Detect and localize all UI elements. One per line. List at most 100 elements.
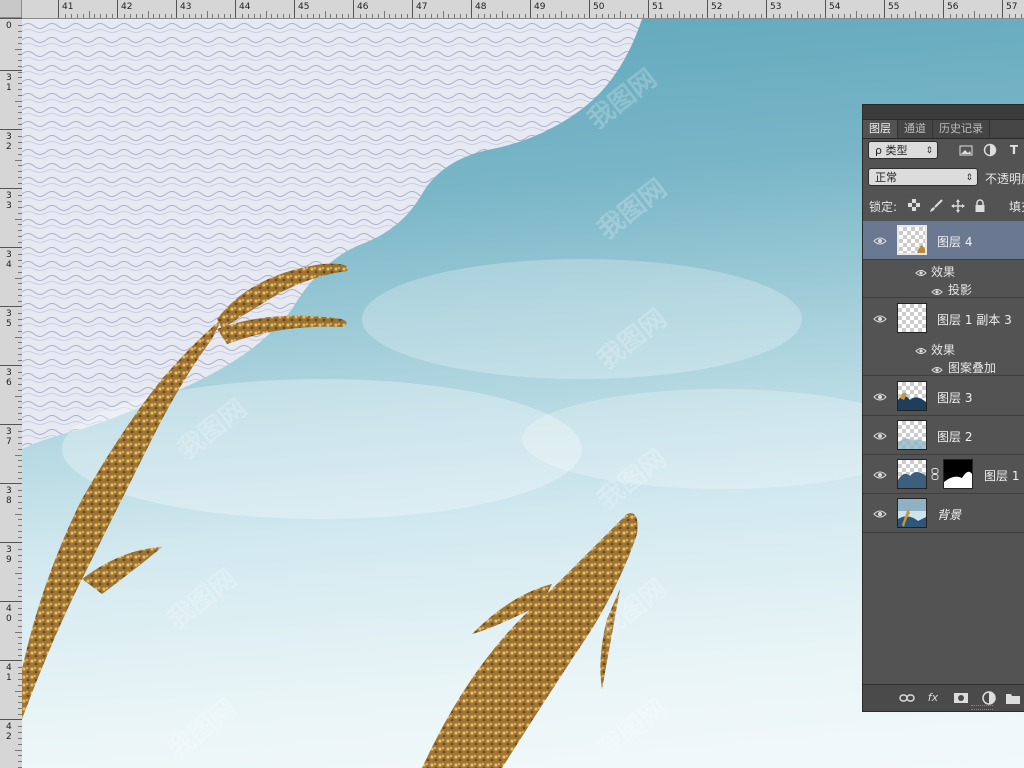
ruler-minor-tick <box>324 11 326 18</box>
tab-channels[interactable]: 通道 <box>898 120 933 138</box>
ruler-label: 51 <box>652 2 664 12</box>
layer-row-layer-3[interactable]: 图层 3 <box>863 377 1024 416</box>
layer-thumbnail[interactable] <box>897 225 927 255</box>
ruler-minor-tick <box>772 14 774 18</box>
ruler-tick: 56 <box>943 0 1002 18</box>
ruler-label: 49 <box>534 2 546 12</box>
ruler-minor-tick <box>477 14 479 18</box>
layer-mask-thumbnail[interactable] <box>943 459 973 489</box>
ruler-minor-tick <box>230 14 232 18</box>
eye-icon[interactable] <box>873 235 887 245</box>
ruler-minor-tick <box>15 690 22 692</box>
ruler-tick: 3 2 <box>0 129 22 188</box>
ruler-minor-tick <box>165 14 167 18</box>
ruler-minor-tick <box>407 14 409 18</box>
eye-icon[interactable] <box>915 266 927 276</box>
chain-link-icon[interactable] <box>931 468 939 480</box>
fx-icon[interactable]: fx <box>925 690 941 706</box>
layer-thumbnail[interactable] <box>897 381 927 411</box>
vertical-ruler[interactable]: 0 3 1 3 2 3 3 3 4 3 5 3 6 3 7 3 8 3 9 4 0 4 1 4 2 <box>0 18 23 768</box>
ruler-tick: 4 2 <box>0 719 22 768</box>
eye-icon[interactable] <box>873 508 887 518</box>
ruler-minor-tick <box>312 14 314 18</box>
chevron-updown-icon: ⇕ <box>965 173 973 183</box>
effect-pattern-overlay[interactable]: 图案叠加 <box>948 359 996 376</box>
eye-icon[interactable] <box>873 469 887 479</box>
ruler-minor-tick <box>761 14 763 18</box>
ruler-minor-tick <box>955 14 957 18</box>
ruler-label: 0 <box>6 21 12 31</box>
tab-history[interactable]: 历史记录 <box>933 120 990 138</box>
text-filter-icon[interactable]: T <box>1007 143 1021 157</box>
layer-row-layer-1[interactable]: 图层 1 <box>863 455 1024 494</box>
move-icon[interactable] <box>951 199 965 213</box>
layer-name[interactable]: 图层 4 <box>937 233 972 250</box>
ruler-label: 41 <box>62 2 74 12</box>
layer-thumbnail[interactable] <box>897 498 927 528</box>
mask-icon[interactable] <box>953 690 969 706</box>
ruler-tick: 49 <box>530 0 589 18</box>
blend-mode-select[interactable]: 正常 ⇕ <box>868 168 978 186</box>
ruler-minor-tick <box>64 14 66 18</box>
brush-icon[interactable] <box>929 199 943 213</box>
eye-icon[interactable] <box>931 363 943 373</box>
effect-drop-shadow[interactable]: 投影 <box>948 281 972 298</box>
eye-icon[interactable] <box>931 285 943 295</box>
ruler-minor-tick <box>820 14 822 18</box>
panel-header-bar[interactable] <box>863 105 1024 120</box>
ruler-label: 3 6 <box>6 368 12 388</box>
lock-icon[interactable] <box>973 199 987 213</box>
layer-name[interactable]: 背景 <box>937 506 961 523</box>
ruler-minor-tick <box>536 14 538 18</box>
ruler-tick: 3 1 <box>0 70 22 129</box>
adjustment-filter-icon[interactable] <box>983 143 997 157</box>
ruler-minor-tick <box>94 14 96 18</box>
layer-row-layer-4[interactable]: 图层 4 <box>863 221 1024 260</box>
ruler-minor-tick <box>755 14 757 18</box>
layer-row-layer-2[interactable]: 图层 2 <box>863 416 1024 455</box>
layer-name[interactable]: 图层 1 <box>984 467 1019 484</box>
layer-name[interactable]: 图层 1 副本 3 <box>937 311 1012 328</box>
ruler-minor-tick <box>660 14 662 18</box>
folder-icon[interactable] <box>1005 690 1021 706</box>
eye-icon[interactable] <box>873 391 887 401</box>
ruler-minor-tick <box>147 11 149 18</box>
ruler-minor-tick <box>100 14 102 18</box>
layer-row-background[interactable]: 背景 <box>863 494 1024 533</box>
lock-label: 锁定: <box>869 200 898 214</box>
eye-icon[interactable] <box>873 430 887 440</box>
ruler-minor-tick <box>271 14 273 18</box>
layer-thumbnail[interactable] <box>897 303 927 333</box>
lock-transparent-icon[interactable] <box>907 199 921 213</box>
ruler-corner <box>0 0 22 18</box>
horizontal-ruler[interactable]: 41 42 43 44 45 46 47 48 49 50 51 52 53 54 55 56 57 <box>22 0 1024 19</box>
ruler-minor-tick <box>112 14 114 18</box>
ruler-minor-tick <box>300 14 302 18</box>
ruler-minor-tick <box>808 14 810 18</box>
ruler-minor-tick <box>442 11 444 18</box>
ruler-tick: 48 <box>471 0 530 18</box>
ruler-minor-tick <box>802 14 804 18</box>
chevron-updown-icon: ⇕ <box>925 146 933 156</box>
ruler-minor-tick <box>70 14 72 18</box>
ruler-minor-tick <box>283 14 285 18</box>
adjustment-icon[interactable] <box>981 690 997 706</box>
layer-name[interactable]: 图层 3 <box>937 389 972 406</box>
ruler-minor-tick <box>595 14 597 18</box>
layer-name[interactable]: 图层 2 <box>937 428 972 445</box>
ruler-label: 54 <box>829 2 841 12</box>
image-filter-icon[interactable] <box>959 143 973 157</box>
eye-icon[interactable] <box>915 344 927 354</box>
ruler-minor-tick <box>483 14 485 18</box>
ruler-minor-tick <box>991 14 993 18</box>
layer-thumbnail[interactable] <box>897 459 927 489</box>
link-icon[interactable] <box>899 690 915 706</box>
ruler-label: 42 <box>121 2 133 12</box>
resize-grip[interactable] <box>971 705 993 710</box>
eye-icon[interactable] <box>873 313 887 323</box>
ruler-minor-tick <box>88 11 90 18</box>
tab-layers[interactable]: 图层 <box>863 120 898 138</box>
layer-row-layer-1-copy-3[interactable]: 图层 1 副本 3 <box>863 299 1024 338</box>
layer-thumbnail[interactable] <box>897 420 927 450</box>
layer-filter-select[interactable]: ρ 类型 ⇕ <box>868 141 938 159</box>
